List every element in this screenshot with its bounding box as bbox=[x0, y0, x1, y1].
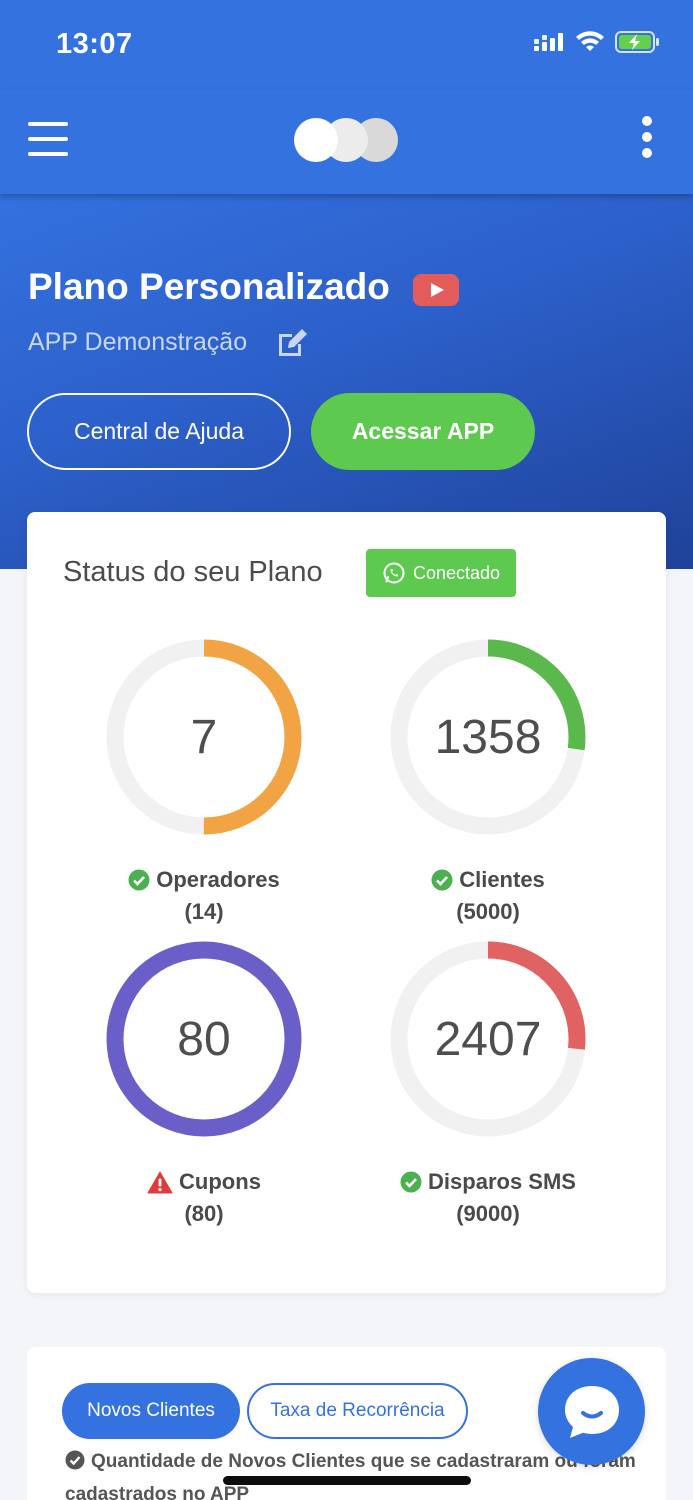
app-logo bbox=[294, 118, 398, 162]
signal-icon bbox=[534, 33, 563, 51]
status-icons bbox=[533, 30, 661, 54]
youtube-icon[interactable] bbox=[413, 274, 459, 306]
gauge-sms: 2407 bbox=[390, 941, 586, 1137]
access-app-button[interactable]: Acessar APP bbox=[311, 393, 535, 470]
gauge-label-operators: Operadores (14) bbox=[74, 864, 334, 928]
check-circle-icon bbox=[128, 869, 150, 891]
tab-recurrence-rate[interactable]: Taxa de Recorrência bbox=[247, 1383, 468, 1439]
home-indicator bbox=[223, 1476, 471, 1485]
gauge-title: Operadores bbox=[156, 867, 280, 892]
wifi-icon bbox=[576, 31, 604, 51]
plan-status-card: Status do seu Plano Conectado 7 Operador… bbox=[27, 512, 666, 1293]
whatsapp-icon bbox=[383, 562, 405, 584]
gauge-value: 1358 bbox=[434, 710, 542, 764]
gauge-label-clients: Clientes (5000) bbox=[358, 864, 618, 928]
whatsapp-status-badge: Conectado bbox=[366, 549, 516, 597]
check-circle-icon bbox=[65, 1450, 85, 1470]
gauge-limit: (9000) bbox=[456, 1201, 520, 1226]
badge-label: Conectado bbox=[412, 562, 501, 583]
menu-icon[interactable] bbox=[28, 122, 68, 156]
tab-new-clients[interactable]: Novos Clientes bbox=[62, 1383, 240, 1439]
gauge-operators: 7 bbox=[106, 639, 302, 835]
status-bar: 13:07 bbox=[0, 0, 693, 90]
gauge-label-coupons: Cupons (80) bbox=[74, 1166, 334, 1230]
help-center-button[interactable]: Central de Ajuda bbox=[27, 393, 291, 470]
gauge-clients: 1358 bbox=[390, 639, 586, 835]
gauge-limit: (5000) bbox=[456, 899, 520, 924]
gauge-coupons: 80 bbox=[106, 941, 302, 1137]
gauge-title: Cupons bbox=[179, 1169, 261, 1194]
chat-button[interactable] bbox=[538, 1358, 645, 1465]
edit-icon[interactable] bbox=[276, 328, 308, 358]
gauge-limit: (14) bbox=[184, 899, 224, 924]
app-bar bbox=[0, 90, 693, 194]
gauge-title: Disparos SMS bbox=[428, 1169, 576, 1194]
check-circle-icon bbox=[400, 1171, 422, 1193]
gauge-value: 80 bbox=[177, 1012, 231, 1066]
status-time: 13:07 bbox=[56, 28, 133, 60]
gauge-value: 7 bbox=[190, 710, 218, 764]
more-options-icon[interactable] bbox=[638, 116, 656, 158]
check-circle-icon bbox=[431, 869, 453, 891]
chat-bubble-icon bbox=[564, 1385, 619, 1438]
gauge-value: 2407 bbox=[434, 1012, 542, 1066]
gauge-limit: (80) bbox=[184, 1201, 224, 1226]
gauge-title: Clientes bbox=[459, 867, 545, 892]
battery-charging-icon bbox=[615, 31, 659, 53]
gauge-label-sms: Disparos SMS (9000) bbox=[358, 1166, 618, 1230]
app-name: APP Demonstração bbox=[28, 328, 248, 356]
plan-title: Plano Personalizado bbox=[28, 266, 390, 307]
warning-icon bbox=[147, 1171, 173, 1193]
card-title: Status do seu Plano bbox=[63, 556, 323, 588]
